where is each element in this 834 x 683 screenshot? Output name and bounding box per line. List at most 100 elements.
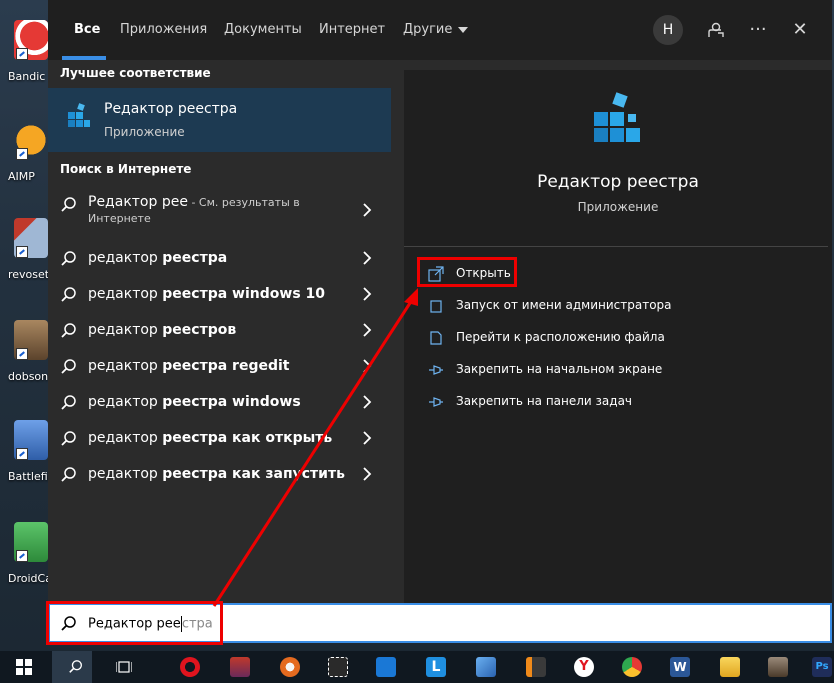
search-icon — [69, 660, 82, 673]
desktop-icon-label: dobson — [8, 370, 49, 383]
web-suggestion-item[interactable]: редактор реестра windows 10 — [48, 276, 391, 312]
web-result-item[interactable]: Редактор рее - См. результаты в Интернет… — [48, 186, 391, 232]
photoshop-icon: Ps — [812, 657, 832, 677]
desktop-icon-battlefield[interactable]: Battlefie — [4, 420, 54, 500]
suggestion-prefix: редактор — [88, 394, 163, 410]
suggestion-suffix: реестра как открыть — [162, 430, 333, 446]
best-match-item[interactable]: Редактор реестра Приложение — [48, 88, 391, 152]
web-suggestion-item[interactable]: редактор реестров — [48, 312, 391, 348]
action-open-file-location[interactable]: Перейти к расположению файла — [426, 326, 826, 352]
tab-other[interactable]: Другие — [403, 22, 469, 37]
shortcut-arrow-icon — [16, 246, 28, 258]
desktop-icon-aimp[interactable]: AIMP — [4, 120, 48, 200]
shortcut-arrow-icon — [16, 348, 28, 360]
search-panel: Все Приложения Документы Интернет Другие… — [48, 0, 832, 603]
admin-shield-icon — [430, 300, 442, 313]
taskbar: L Y W Ps — [0, 651, 834, 683]
desktop-icon-dobson[interactable]: dobson — [4, 320, 48, 400]
winrar-icon — [230, 657, 250, 677]
search-icon — [61, 197, 76, 212]
chevron-right-icon — [363, 287, 372, 301]
taskbar-app-word[interactable]: W — [660, 651, 700, 683]
web-suggestion-item[interactable]: редактор реестра — [48, 240, 391, 276]
suggestion-text: редактор реестра windows — [88, 394, 301, 410]
close-button[interactable]: ✕ — [786, 17, 814, 43]
chevron-right-icon — [363, 359, 372, 373]
registry-editor-large-icon — [594, 92, 640, 142]
taskbar-app-mail[interactable] — [366, 651, 406, 683]
action-run-as-admin[interactable]: Запуск от имени администратора — [426, 294, 826, 320]
chevron-right-icon — [363, 467, 372, 481]
more-options-button[interactable]: ··· — [744, 17, 772, 43]
suggestion-suffix: реестра regedit — [162, 358, 290, 374]
desktop-icon-label: AIMP — [8, 170, 35, 183]
detail-pane-edge — [828, 70, 832, 603]
chevron-right-icon — [363, 251, 372, 265]
search-icon — [61, 323, 76, 338]
start-button[interactable] — [0, 651, 40, 683]
suggestion-prefix: редактор — [88, 358, 163, 374]
taskbar-app-opera[interactable] — [170, 651, 210, 683]
file-explorer-icon — [720, 657, 740, 677]
best-match-heading: Лучшее соответствие — [60, 66, 211, 80]
tab-internet[interactable]: Интернет — [319, 22, 385, 37]
tab-other-label: Другие — [403, 22, 453, 37]
taskbar-app-photoshop[interactable]: Ps — [802, 651, 834, 683]
web-suggestion-item[interactable]: редактор реестра regedit — [48, 348, 391, 384]
taskbar-app-control-panel[interactable] — [466, 651, 506, 683]
shortcut-arrow-icon — [16, 550, 28, 562]
tab-apps[interactable]: Приложения — [120, 22, 207, 37]
chevron-right-icon — [363, 431, 372, 445]
desktop-icon-revo[interactable]: revosetu — [4, 218, 56, 298]
taskbar-app-explorer[interactable] — [710, 651, 750, 683]
taskbar-app-media[interactable] — [758, 651, 798, 683]
tab-documents[interactable]: Документы — [224, 22, 302, 37]
action-pin-to-taskbar[interactable]: Закрепить на панели задач — [426, 390, 826, 416]
taskbar-app-cursor[interactable] — [318, 651, 358, 683]
control-panel-icon — [476, 657, 496, 677]
web-result-text: Редактор рее - См. результаты в — [88, 192, 300, 213]
web-suggestion-item[interactable]: редактор реестра как открыть — [48, 420, 391, 456]
task-view-button[interactable] — [100, 651, 140, 683]
taskbar-search-button[interactable] — [52, 651, 92, 683]
results-list: Лучшее соответствие Редактор реестра При… — [48, 60, 391, 603]
desktop-icon-droidcam[interactable]: DroidCa — [4, 522, 52, 602]
taskbar-app-winrar[interactable] — [220, 651, 260, 683]
taskbar-app-lingoes[interactable]: L — [416, 651, 456, 683]
suggestion-text: редактор реестра regedit — [88, 358, 289, 374]
user-avatar[interactable]: Н — [653, 15, 683, 45]
tab-all[interactable]: Все — [74, 22, 100, 37]
suggestion-text: редактор реестра — [88, 250, 227, 266]
feedback-button[interactable] — [702, 17, 730, 43]
taskbar-app-sublime[interactable] — [516, 651, 556, 683]
chrome-icon — [622, 657, 642, 677]
desktop-icon-bandicam[interactable]: Bandic — [4, 20, 48, 100]
web-result-query: Редактор рее — [88, 194, 188, 210]
caret-down-icon — [458, 26, 469, 33]
suggestion-prefix: редактор — [88, 322, 163, 338]
desktop-icon-label: Bandic — [8, 70, 46, 83]
chevron-right-icon — [363, 323, 372, 337]
web-result-hint: - См. результаты в — [187, 196, 300, 209]
shortcut-arrow-icon — [16, 48, 28, 60]
taskbar-app-yandex[interactable]: Y — [564, 651, 604, 683]
yandex-icon: Y — [574, 657, 594, 677]
opera-icon — [180, 657, 200, 677]
shortcut-arrow-icon — [16, 148, 28, 160]
avast-icon — [280, 657, 300, 677]
highlight-open-box — [417, 257, 517, 287]
suggestion-suffix: реестра windows — [162, 394, 301, 410]
taskbar-app-chrome[interactable] — [612, 651, 652, 683]
detail-type: Приложение — [577, 200, 659, 214]
taskbar-app-avast[interactable] — [270, 651, 310, 683]
highlight-search-box — [46, 601, 223, 645]
web-suggestion-item[interactable]: редактор реестра windows — [48, 384, 391, 420]
windows-logo-icon — [16, 659, 32, 675]
action-pin-to-start[interactable]: Закрепить на начальном экране — [426, 358, 826, 384]
cursor-tool-icon — [328, 657, 348, 677]
best-match-type: Приложение — [104, 125, 185, 139]
suggestion-prefix: редактор — [88, 286, 163, 302]
web-suggestion-item[interactable]: редактор реестра как запустить — [48, 456, 391, 492]
action-pin-to-start-label: Закрепить на начальном экране — [456, 362, 663, 376]
media-player-icon — [768, 657, 788, 677]
